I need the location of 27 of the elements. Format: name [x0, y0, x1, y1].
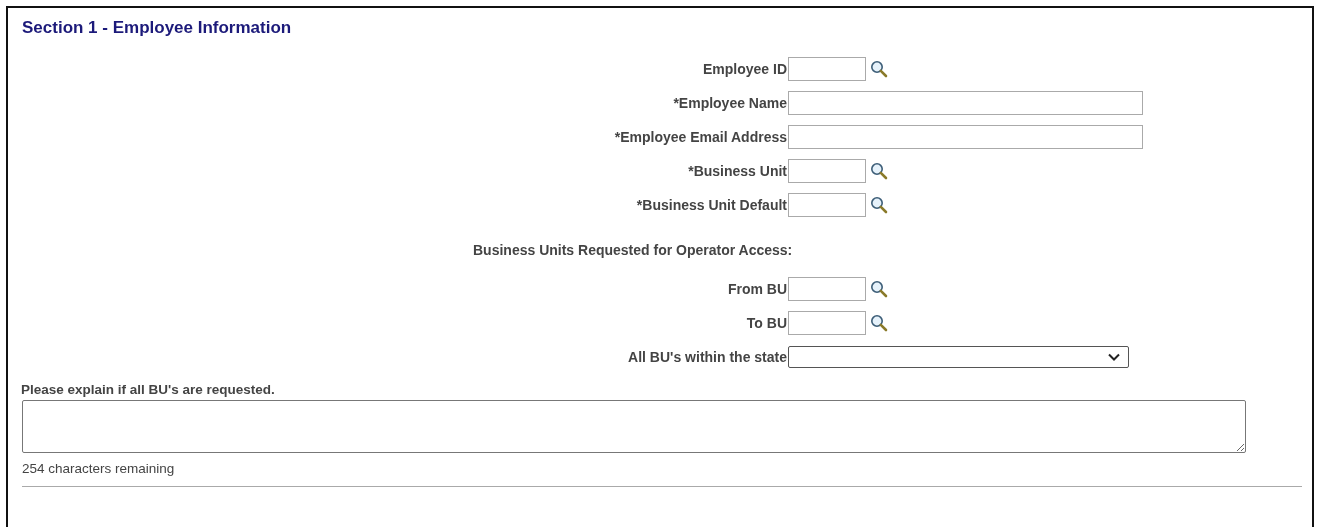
text-area[interactable] [22, 400, 1246, 453]
field-label: From BU [726, 281, 788, 297]
field-label: *Employee Name [672, 95, 788, 111]
subsection-heading: Business Units Requested for Operator Access: [473, 242, 793, 258]
input-field[interactable] [788, 125, 1143, 149]
search-icon[interactable] [870, 60, 888, 78]
search-icon[interactable] [870, 162, 888, 180]
input-field[interactable] [788, 277, 866, 301]
input-field[interactable] [788, 57, 866, 81]
field-label: Employee ID [701, 61, 788, 77]
input-field[interactable] [788, 193, 866, 217]
dropdown[interactable] [788, 346, 1129, 368]
character-counter: 254 characters remaining [22, 461, 175, 476]
field-label: *Business Unit Default [635, 197, 788, 213]
field-label: All BU's within the state [627, 349, 788, 365]
search-icon[interactable] [870, 196, 888, 214]
input-field[interactable] [788, 311, 866, 335]
search-icon[interactable] [870, 314, 888, 332]
section-title: Section 1 - Employee Information [22, 18, 293, 39]
field-label: *Business Unit [687, 163, 788, 179]
field-label: To BU [745, 315, 788, 331]
search-icon[interactable] [870, 280, 888, 298]
chevron-down-icon [1108, 353, 1120, 361]
field-label: *Employee Email Address [613, 129, 788, 145]
field-label: Please explain if all BU's are requested. [21, 382, 276, 398]
input-field[interactable] [788, 91, 1143, 115]
input-field[interactable] [788, 159, 866, 183]
